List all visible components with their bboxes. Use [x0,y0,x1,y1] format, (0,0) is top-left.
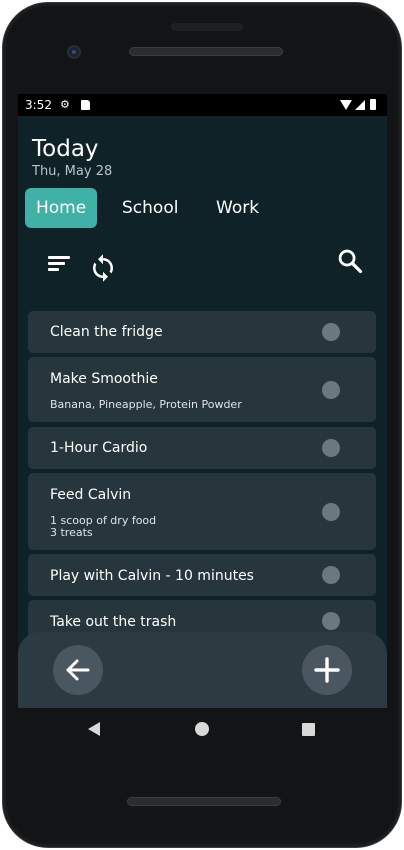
task-title: 1-Hour Cardio [50,440,148,456]
sd-card-icon [81,100,90,110]
search-icon[interactable] [336,247,368,279]
task-checkbox[interactable] [322,439,340,457]
task-title: Clean the fridge [50,324,163,340]
plus-icon [314,657,340,683]
tab-work[interactable]: Work [205,188,270,228]
task-checkbox[interactable] [322,503,340,521]
task-title: Take out the trash [50,614,177,630]
tab-school[interactable]: School [111,188,189,228]
sync-icon[interactable] [88,253,120,285]
task-checkbox[interactable] [322,323,340,341]
top-slit [171,23,243,31]
task-item[interactable]: Play with Calvin - 10 minutes [28,554,376,596]
task-item[interactable]: Feed Calvin 1 scoop of dry food 3 treats [28,473,376,550]
front-camera [67,45,81,59]
page-title: Today [32,136,99,162]
system-nav-bar [18,708,387,752]
task-title: Make Smoothie [50,371,158,387]
task-checkbox[interactable] [322,381,340,399]
task-item[interactable]: Clean the fridge [28,311,376,353]
status-time: 3:52 [25,98,52,112]
settings-gear-icon: ⚙ [60,98,70,111]
arrow-left-icon [66,659,90,681]
task-item[interactable]: 1-Hour Cardio [28,427,376,469]
sort-icon[interactable] [48,256,80,288]
task-item[interactable]: Make Smoothie Banana, Pineapple, Protein… [28,357,376,422]
nav-back-icon[interactable] [88,722,100,736]
task-title: Play with Calvin - 10 minutes [50,568,254,584]
nav-home-icon[interactable] [195,722,209,736]
task-checkbox[interactable] [322,612,340,630]
task-checkbox[interactable] [322,566,340,584]
earpiece-speaker [129,47,283,56]
task-subtitle: Banana, Pineapple, Protein Powder [50,398,242,411]
task-subtitle: 3 treats [50,526,93,539]
page-date: Thu, May 28 [32,164,113,179]
bottom-bar [18,632,387,708]
task-title: Feed Calvin [50,487,132,503]
bottom-speaker [127,797,281,806]
status-bar: 3:52 ⚙ [18,94,387,116]
signal-icon [355,100,365,110]
back-button[interactable] [53,645,103,695]
tab-home[interactable]: Home [25,188,97,228]
screen: 3:52 ⚙ Today Thu, May 28 Home School Wor… [18,94,387,708]
app-content: Today Thu, May 28 Home School Work Clean… [18,116,387,708]
battery-icon [370,99,376,110]
nav-recents-icon[interactable] [302,723,315,736]
wifi-icon [340,100,352,110]
add-task-button[interactable] [302,645,352,695]
